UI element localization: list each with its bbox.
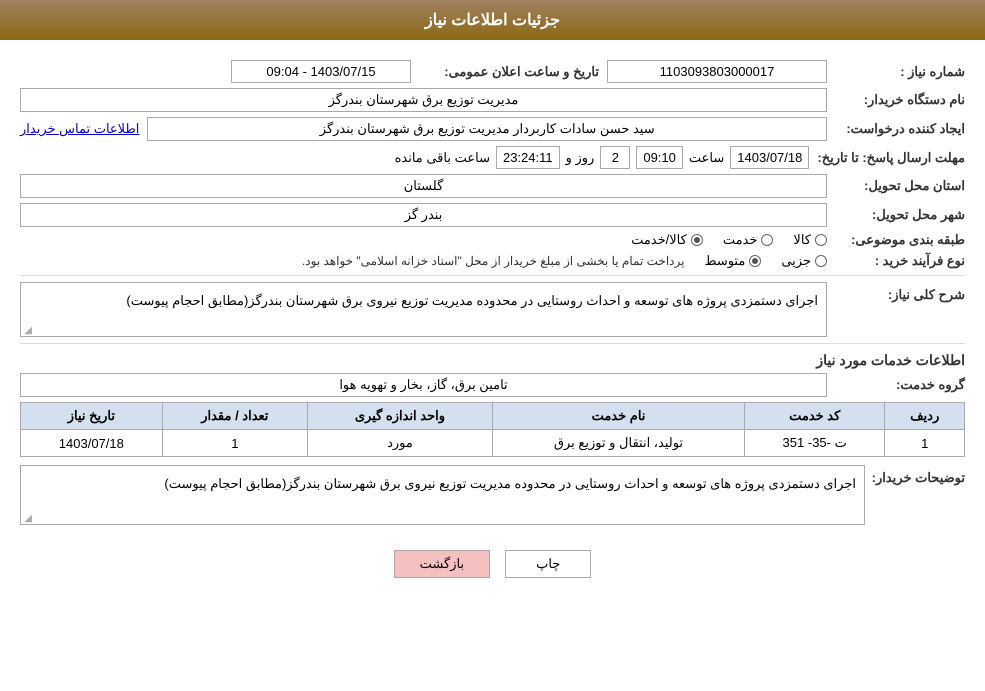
col-row: ردیف — [885, 403, 965, 430]
delivery-city-label: شهر محل تحویل: — [835, 207, 965, 223]
public-announce-label: تاریخ و ساعت اعلان عمومی: — [419, 64, 599, 80]
page-title: جزئیات اطلاعات نیاز — [425, 12, 560, 29]
radio-khedmat[interactable] — [761, 234, 773, 246]
print-button[interactable]: چاپ — [505, 550, 591, 578]
col-name: نام خدمت — [492, 403, 744, 430]
process-jozi[interactable]: جزیی — [781, 253, 827, 269]
service-group-label: گروه خدمت: — [835, 377, 965, 393]
table-row: 1ت -35- 351تولید، انتقال و توزیع برقمورد… — [21, 430, 965, 457]
remaining-label: ساعت باقی مانده — [395, 150, 490, 166]
general-description: اجرای دستمزدی پروژه های توسعه و احداث رو… — [20, 282, 827, 337]
col-qty: تعداد / مقدار — [162, 403, 307, 430]
buyer-resize-handle: ◢ — [22, 513, 32, 523]
service-info-title: اطلاعات خدمات مورد نیاز — [20, 352, 965, 369]
col-unit: واحد اندازه گیری — [307, 403, 492, 430]
response-remaining: 23:24:11 — [496, 146, 560, 169]
category-options: کالا خدمت کالا/خدمت — [20, 232, 827, 248]
service-group-value: تامین برق، گاز، بخار و تهویه هوا — [20, 373, 827, 397]
public-announce-value: 1403/07/15 - 09:04 — [231, 60, 411, 83]
response-time: 09:10 — [636, 146, 683, 169]
delivery-city: بندر گز — [20, 203, 827, 227]
category-kala-label: کالا — [793, 232, 811, 248]
response-deadline-label: مهلت ارسال پاسخ: تا تاریخ: — [817, 150, 965, 166]
delivery-province: گلستان — [20, 174, 827, 198]
creator-link[interactable]: اطلاعات تماس خریدار — [20, 121, 139, 137]
category-label: طبقه بندی موضوعی: — [835, 232, 965, 248]
action-buttons: چاپ بازگشت — [20, 535, 965, 593]
back-button[interactable]: بازگشت — [394, 550, 490, 578]
time-label: ساعت — [689, 150, 724, 166]
services-table: ردیف کد خدمت نام خدمت واحد اندازه گیری ت… — [20, 402, 965, 457]
col-code: کد خدمت — [745, 403, 885, 430]
page-header: جزئیات اطلاعات نیاز — [0, 0, 985, 40]
radio-motavasset[interactable] — [749, 255, 761, 267]
category-kala[interactable]: کالا — [793, 232, 827, 248]
delivery-province-label: استان محل تحویل: — [835, 178, 965, 194]
process-type-options: جزیی متوسط پرداخت تمام یا بخشی از مبلغ خ… — [20, 253, 827, 269]
process-type-label: نوع فرآیند خرید : — [835, 253, 965, 269]
response-days: 2 — [600, 146, 630, 169]
category-khedmat-label: خدمت — [723, 232, 758, 248]
buyer-description: اجرای دستمزدی پروژه های توسعه و احداث رو… — [20, 465, 865, 525]
buyer-org-value: مدیریت توزیع برق شهرستان بندرگز — [20, 88, 827, 112]
general-description-label: شرح کلی نیاز: — [835, 282, 965, 303]
radio-kala[interactable] — [815, 234, 827, 246]
need-number-value: 1103093803000017 — [607, 60, 827, 83]
category-khedmat[interactable]: خدمت — [723, 232, 774, 248]
category-kala-khedmat[interactable]: کالا/خدمت — [631, 232, 703, 248]
process-jozi-label: جزیی — [781, 253, 811, 269]
process-note: پرداخت تمام یا بخشی از مبلغ خریدار از مح… — [302, 254, 685, 268]
creator-label: ایجاد کننده درخواست: — [835, 121, 965, 137]
buyer-description-label: توضیحات خریدار: — [865, 465, 965, 486]
need-number-label: شماره نیاز : — [835, 64, 965, 80]
col-date: تاریخ نیاز — [21, 403, 163, 430]
process-motavasset[interactable]: متوسط — [704, 253, 761, 269]
category-kala-khedmat-label: کالا/خدمت — [631, 232, 687, 248]
radio-jozi[interactable] — [815, 255, 827, 267]
process-motavasset-label: متوسط — [704, 253, 745, 269]
creator-value: سید حسن سادات کاربردار مدیریت توزیع برق … — [147, 117, 827, 141]
radio-kala-khedmat[interactable] — [691, 234, 703, 246]
buyer-org-label: نام دستگاه خریدار: — [835, 92, 965, 108]
response-date: 1403/07/18 — [730, 146, 809, 169]
days-label: روز و — [566, 150, 595, 166]
resize-handle: ◢ — [22, 325, 32, 335]
